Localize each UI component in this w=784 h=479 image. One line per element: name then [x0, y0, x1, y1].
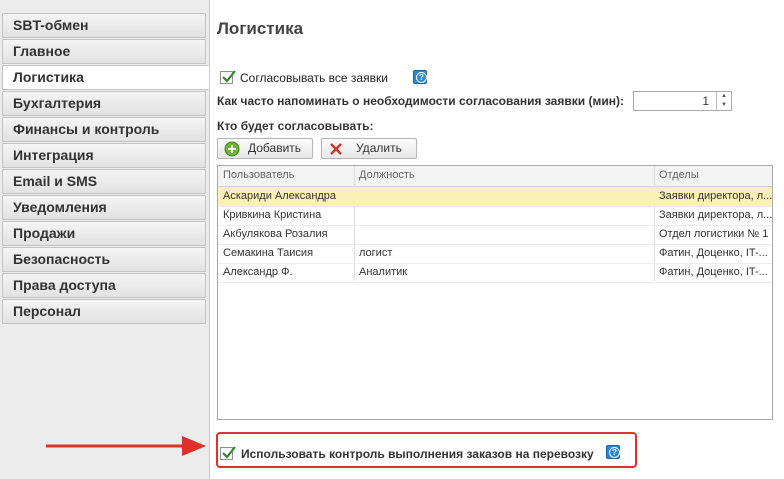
sidebar-item-access-rights[interactable]: Права доступа — [2, 273, 206, 298]
remind-minutes-value: 1 — [702, 94, 709, 108]
red-x-icon — [330, 143, 342, 155]
add-button-label: Добавить — [248, 141, 302, 155]
column-header-user[interactable]: Пользователь — [223, 166, 294, 185]
cell-user: Александр Ф. — [223, 266, 293, 278]
cell-user: Аскариди Александра — [223, 190, 337, 202]
sidebar-item-notifications[interactable]: Уведомления — [2, 195, 206, 220]
cell-departments: Заявки директора, л... — [659, 190, 772, 202]
column-header-departments[interactable]: Отделы — [659, 166, 699, 185]
table-row[interactable]: Александр Ф. Аналитик Фатин, Доценко, IT… — [218, 263, 772, 283]
sidebar-item-personnel[interactable]: Персонал — [2, 299, 206, 324]
sidebar-item-sbt-exchange[interactable]: SBT-обмен — [2, 13, 206, 38]
table-row[interactable]: Кривкина Кристина Заявки директора, л... — [218, 206, 772, 226]
cell-departments: Фатин, Доценко, IT-... — [659, 266, 768, 278]
remind-minutes-stepper[interactable]: 1 ▲ ▼ — [633, 91, 732, 111]
approve-all-label: Согласовывать все заявки — [240, 71, 388, 85]
main-panel: Логистика Согласовывать все заявки ? Как… — [210, 0, 784, 479]
cell-user: Акбулякова Розалия — [223, 228, 328, 240]
approve-all-checkbox[interactable] — [220, 70, 236, 84]
table-header: Пользователь Должность Отделы — [218, 166, 772, 187]
cell-departments: Фатин, Доценко, IT-... — [659, 247, 768, 259]
stepper-down-icon[interactable]: ▼ — [717, 101, 731, 110]
sidebar-item-accounting[interactable]: Бухгалтерия — [2, 91, 206, 116]
column-header-position[interactable]: Должность — [359, 166, 415, 185]
cell-position: логист — [359, 247, 393, 259]
cell-position: Аналитик — [359, 266, 408, 278]
table-row[interactable]: Семакина Таисия логист Фатин, Доценко, I… — [218, 244, 772, 264]
sidebar-item-sales[interactable]: Продажи — [2, 221, 206, 246]
sidebar-item-integration[interactable]: Интеграция — [2, 143, 206, 168]
cell-departments: Заявки директора, л... — [659, 209, 772, 221]
cell-departments: Отдел логистики № 1 — [659, 228, 769, 240]
table-row[interactable]: Акбулякова Розалия Отдел логистики № 1 — [218, 225, 772, 245]
add-button[interactable]: Добавить — [217, 138, 313, 159]
highlight-annotation-box — [216, 432, 637, 468]
cell-user: Кривкина Кристина — [223, 209, 322, 221]
sidebar-item-main[interactable]: Главное — [2, 39, 206, 64]
table-row[interactable]: Аскариди Александра Заявки директора, л.… — [218, 187, 772, 207]
red-arrow-icon — [46, 436, 206, 456]
approvers-table: Пользователь Должность Отделы Аскариди А… — [217, 165, 773, 420]
question-icon: ? — [416, 72, 427, 83]
stepper-up-icon[interactable]: ▲ — [717, 92, 731, 101]
sidebar-item-logistics[interactable]: Логистика — [2, 65, 209, 90]
cell-user: Семакина Таисия — [223, 247, 314, 259]
help-icon-approve[interactable]: ? — [413, 70, 427, 84]
remind-label: Как часто напоминать о необходимости сог… — [217, 94, 624, 108]
sidebar-item-finance-control[interactable]: Финансы и контроль — [2, 117, 206, 142]
sidebar-item-email-sms[interactable]: Email и SMS — [2, 169, 206, 194]
sidebar-item-security[interactable]: Безопасность — [2, 247, 206, 272]
delete-button-label: Удалить — [356, 141, 402, 155]
page-title: Логистика — [217, 19, 304, 38]
delete-button[interactable]: Удалить — [321, 138, 417, 159]
checkmark-icon — [222, 70, 236, 83]
plus-circle-icon — [224, 141, 240, 157]
sidebar: SBT-обмен Главное Логистика Бухгалтерия … — [0, 0, 210, 479]
approvers-label: Кто будет согласовывать: — [217, 119, 374, 133]
